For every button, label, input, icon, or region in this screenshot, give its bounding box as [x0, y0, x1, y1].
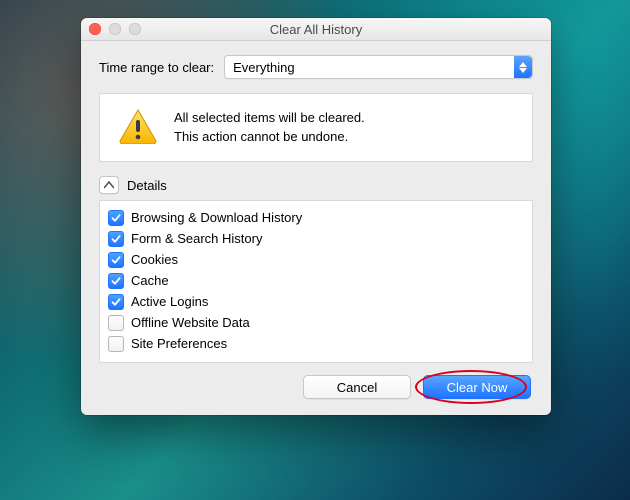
titlebar: Clear All History	[81, 18, 551, 41]
checkbox[interactable]	[108, 336, 124, 352]
checklist-row: Form & Search History	[108, 228, 524, 249]
checkbox[interactable]	[108, 315, 124, 331]
checklist-item-label: Site Preferences	[131, 336, 227, 351]
checklist-row: Cache	[108, 270, 524, 291]
checklist-item-label: Cookies	[131, 252, 178, 267]
check-icon	[111, 276, 121, 286]
checklist-row: Offline Website Data	[108, 312, 524, 333]
warning-line-2: This action cannot be undone.	[174, 128, 365, 147]
desktop-background: Clear All History Time range to clear: E…	[0, 0, 630, 500]
time-range-value: Everything	[233, 60, 294, 75]
checkbox[interactable]	[108, 294, 124, 310]
check-icon	[111, 255, 121, 265]
time-range-label: Time range to clear:	[99, 60, 214, 75]
details-checklist: Browsing & Download History Form & Search…	[99, 200, 533, 363]
cancel-button-label: Cancel	[337, 380, 377, 395]
checkbox[interactable]	[108, 231, 124, 247]
minimize-window-button	[109, 23, 121, 35]
checklist-item-label: Offline Website Data	[131, 315, 250, 330]
checklist-item-label: Browsing & Download History	[131, 210, 302, 225]
warning-icon	[118, 108, 158, 147]
details-label: Details	[127, 178, 167, 193]
dialog-content: Time range to clear: Everything	[81, 41, 551, 415]
check-icon	[111, 234, 121, 244]
checklist-item-label: Active Logins	[131, 294, 208, 309]
checklist-row: Site Preferences	[108, 333, 524, 354]
dialog-window: Clear All History Time range to clear: E…	[81, 18, 551, 415]
clear-now-button-label: Clear Now	[447, 380, 508, 395]
checklist-row: Browsing & Download History	[108, 207, 524, 228]
details-disclosure-button[interactable]	[99, 176, 119, 194]
check-icon	[111, 213, 121, 223]
checklist-item-label: Form & Search History	[131, 231, 262, 246]
warning-line-1: All selected items will be cleared.	[174, 109, 365, 128]
time-range-select[interactable]: Everything	[224, 55, 533, 79]
window-title: Clear All History	[81, 22, 551, 37]
dialog-actions: Cancel Clear Now	[99, 375, 533, 399]
chevron-up-icon	[104, 181, 114, 189]
window-controls	[81, 23, 141, 35]
close-window-button[interactable]	[89, 23, 101, 35]
checklist-row: Cookies	[108, 249, 524, 270]
warning-panel: All selected items will be cleared. This…	[99, 93, 533, 162]
check-icon	[111, 297, 121, 307]
cancel-button[interactable]: Cancel	[303, 375, 411, 399]
checkbox[interactable]	[108, 210, 124, 226]
clear-now-button[interactable]: Clear Now	[423, 375, 531, 399]
checklist-item-label: Cache	[131, 273, 169, 288]
select-stepper-icon	[514, 56, 532, 78]
details-header: Details	[99, 176, 533, 194]
checkbox[interactable]	[108, 273, 124, 289]
checkbox[interactable]	[108, 252, 124, 268]
warning-text: All selected items will be cleared. This…	[174, 109, 365, 147]
time-range-row: Time range to clear: Everything	[99, 55, 533, 79]
maximize-window-button	[129, 23, 141, 35]
checklist-row: Active Logins	[108, 291, 524, 312]
